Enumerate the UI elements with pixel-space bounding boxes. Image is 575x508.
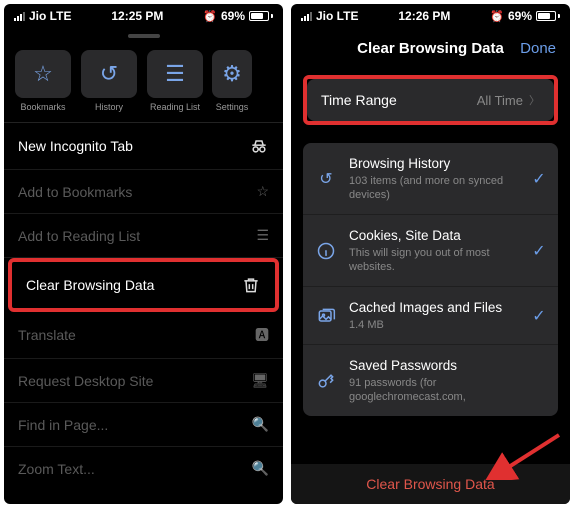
time-range-row[interactable]: Time Range All Time 〉 [307,79,554,121]
row-title: Cached Images and Files [349,299,520,317]
history-icon: ↺ [313,166,339,192]
key-icon [313,368,339,394]
checkmark-icon: ✓ [530,306,548,326]
page-header: Clear Browsing Data Done [291,26,570,67]
toolbar-label: Bookmarks [20,102,65,112]
menu-translate: Translate 🅰 [4,312,283,359]
toolbar-history[interactable]: ↺ History [80,50,138,112]
incognito-icon [249,136,269,156]
row-title: Cookies, Site Data [349,227,520,245]
toolbar-reading-list[interactable]: ☰ Reading List [146,50,204,112]
battery-icon [536,11,560,21]
left-screenshot: Jio LTE 12:25 PM ⏰ 69% ☆ Bookmarks ↺ His… [4,4,283,504]
row-saved-passwords[interactable]: Saved Passwords 91 passwords (for google… [303,345,558,416]
toolbar-label: Reading List [150,102,200,112]
highlight-annotation: Clear Browsing Data [8,258,279,312]
reading-add-icon: ☰ [256,227,269,244]
menu-label: Clear Browsing Data [26,277,154,293]
battery-percent: 69% [508,9,532,23]
info-icon [313,238,339,264]
time-range-value: All Time [477,93,523,108]
row-subtitle: 1.4 MB [349,318,520,332]
menu-label: Translate [18,327,76,343]
toolbar: ☆ Bookmarks ↺ History ☰ Reading List ⚙ S… [4,44,283,116]
menu-add-bookmarks: Add to Bookmarks ☆ [4,170,283,214]
reading-list-icon: ☰ [165,61,185,87]
menu-new-incognito[interactable]: New Incognito Tab [4,123,283,170]
star-outline-icon: ☆ [256,183,269,200]
row-cached-images[interactable]: Cached Images and Files 1.4 MB ✓ [303,287,558,345]
history-icon: ↺ [100,61,118,87]
row-title: Saved Passwords [349,357,520,375]
clock: 12:25 PM [111,9,163,23]
time-range-label: Time Range [321,92,397,108]
row-subtitle: This will sign you out of most websites. [349,246,520,275]
page-title: Clear Browsing Data [357,40,504,57]
right-screenshot: Jio LTE 12:26 PM ⏰ 69% Clear Browsing Da… [291,4,570,504]
row-subtitle: 91 passwords (for googlechromecast.com, [349,376,520,405]
row-title: Browsing History [349,155,520,173]
menu-label: Zoom Text... [18,461,95,477]
row-subtitle: 103 items (and more on synced devices) [349,174,520,203]
clear-data-button[interactable]: Clear Browsing Data [291,464,570,504]
clear-data-label: Clear Browsing Data [366,476,494,492]
carrier-label: Jio LTE [29,9,71,23]
menu-clear-browsing-data[interactable]: Clear Browsing Data [12,262,275,308]
trash-icon [241,275,261,295]
chevron-right-icon: 〉 [529,92,540,108]
menu-zoom-text: Zoom Text... 🔍 [4,447,283,490]
alarm-icon: ⏰ [203,10,217,23]
row-cookies[interactable]: Cookies, Site Data This will sign you ou… [303,215,558,287]
menu-label: New Incognito Tab [18,138,133,154]
signal-icon [301,12,312,21]
status-bar: Jio LTE 12:26 PM ⏰ 69% [291,4,570,26]
menu-find-in-page: Find in Page... 🔍 [4,403,283,447]
battery-icon [249,11,273,21]
menu-label: Add to Bookmarks [18,184,132,200]
zoom-icon: 🔍 [252,460,269,477]
toolbar-settings[interactable]: ⚙ Settings [212,50,252,112]
menu-label: Add to Reading List [18,228,140,244]
find-icon: 🔍 [252,416,269,433]
clock: 12:26 PM [398,9,450,23]
status-bar: Jio LTE 12:25 PM ⏰ 69% [4,4,283,26]
menu-add-reading: Add to Reading List ☰ [4,214,283,258]
checkmark-icon: ✓ [530,241,548,261]
highlight-annotation: Time Range All Time 〉 [303,75,558,125]
menu-label: Request Desktop Site [18,373,153,389]
checkmark-icon: ✓ [530,169,548,189]
sheet-handle[interactable] [128,34,160,38]
menu-label: Find in Page... [18,417,108,433]
toolbar-bookmarks[interactable]: ☆ Bookmarks [14,50,72,112]
data-types-list: ↺ Browsing History 103 items (and more o… [303,143,558,416]
desktop-icon: 🖥 [251,372,269,389]
row-browsing-history[interactable]: ↺ Browsing History 103 items (and more o… [303,143,558,215]
done-button[interactable]: Done [520,40,556,57]
star-icon: ☆ [33,61,53,87]
carrier-label: Jio LTE [316,9,358,23]
translate-icon: 🅰 [255,325,269,345]
alarm-icon: ⏰ [490,10,504,23]
images-icon [313,303,339,329]
toolbar-label: History [95,102,123,112]
battery-percent: 69% [221,9,245,23]
toolbar-label: Settings [216,102,249,112]
signal-icon [14,12,25,21]
menu-request-desktop: Request Desktop Site 🖥 [4,359,283,403]
gear-icon: ⚙ [222,61,242,87]
